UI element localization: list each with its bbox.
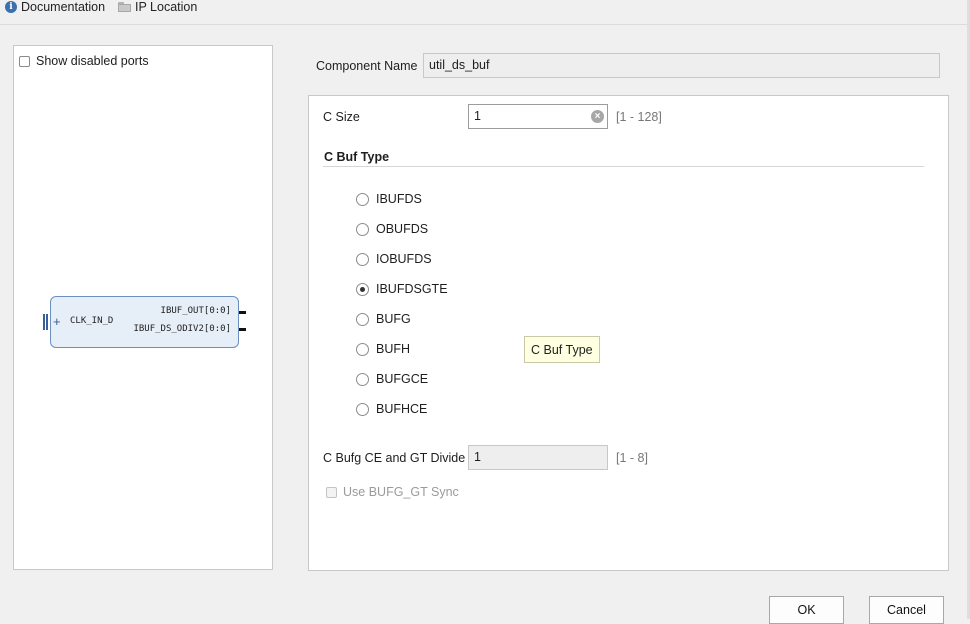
output-port-label-1: IBUF_OUT[0:0] [160,306,231,316]
folder-icon [118,2,131,12]
component-name-label: Component Name [316,59,418,73]
radio-iobufds-button[interactable] [356,252,369,266]
bufg-ce-label: C Bufg CE and GT Divide [323,451,466,465]
radio-obufds[interactable]: OBUFDS [356,221,428,237]
radio-ibufdsgte[interactable]: IBUFDSGTE [356,281,448,297]
output-port-label-2: IBUF_DS_ODIV2[0:0] [133,324,231,334]
show-disabled-ports-checkbox[interactable] [19,55,30,67]
ip-location-link[interactable]: IP Location [118,0,197,14]
show-disabled-ports-label: Show disabled ports [36,54,149,68]
radio-obufds-button[interactable] [356,222,369,236]
output-port-stub-1 [239,311,246,314]
info-icon: i [5,1,17,13]
c-size-input[interactable]: 1 [468,104,608,129]
cancel-button[interactable]: Cancel [869,596,944,624]
documentation-label: Documentation [21,0,106,14]
radio-iobufds[interactable]: IOBUFDS [356,251,432,267]
use-bufg-gt-sync-checkbox[interactable] [326,486,337,498]
use-bufg-gt-sync-option[interactable]: Use BUFG_GT Sync [326,485,459,499]
radio-bufh-button[interactable] [356,342,369,356]
radio-bufgce-label: BUFGCE [376,372,429,386]
c-size-range: [1 - 128] [616,110,662,124]
input-bus-bar [43,314,45,330]
radio-obufds-label: OBUFDS [376,222,429,236]
radio-ibufds-button[interactable] [356,192,369,206]
bufg-ce-range: [1 - 8] [616,451,648,465]
radio-ibufdsgte-button[interactable] [356,282,369,296]
documentation-link[interactable]: i Documentation [5,0,105,14]
component-name-field[interactable]: util_ds_buf [423,53,940,78]
radio-bufhce-button[interactable] [356,402,369,416]
bufg-ce-input[interactable]: 1 [468,445,608,470]
section-divider [323,166,924,167]
radio-iobufds-label: IOBUFDS [376,252,432,266]
radio-bufgce[interactable]: BUFGCE [356,371,428,387]
expand-plus-icon[interactable]: + [53,314,61,330]
ok-button[interactable]: OK [769,596,844,624]
radio-ibufds[interactable]: IBUFDS [356,191,422,207]
radio-ibufdsgte-label: IBUFDSGTE [376,282,448,296]
tooltip: C Buf Type [524,336,600,363]
clear-icon[interactable]: × [591,110,604,123]
radio-bufgce-button[interactable] [356,372,369,386]
radio-bufg-button[interactable] [356,312,369,326]
buf-type-section-title: C Buf Type [324,150,390,164]
c-size-value: 1 [474,109,481,123]
c-size-label: C Size [323,110,360,124]
radio-bufhce[interactable]: BUFHCE [356,401,427,417]
radio-bufh[interactable]: BUFH [356,341,410,357]
use-bufg-gt-sync-label: Use BUFG_GT Sync [343,485,459,499]
radio-bufhce-label: BUFHCE [376,402,428,416]
radio-bufg-label: BUFG [376,312,411,326]
radio-ibufds-label: IBUFDS [376,192,422,206]
output-port-stub-2 [239,328,246,331]
radio-bufg[interactable]: BUFG [356,311,411,327]
ip-location-label: IP Location [135,0,198,14]
input-bus-bar-2 [46,314,48,330]
radio-bufh-label: BUFH [376,342,411,356]
input-port-label: CLK_IN_D [70,316,114,326]
show-disabled-ports-option[interactable]: Show disabled ports [19,54,149,68]
